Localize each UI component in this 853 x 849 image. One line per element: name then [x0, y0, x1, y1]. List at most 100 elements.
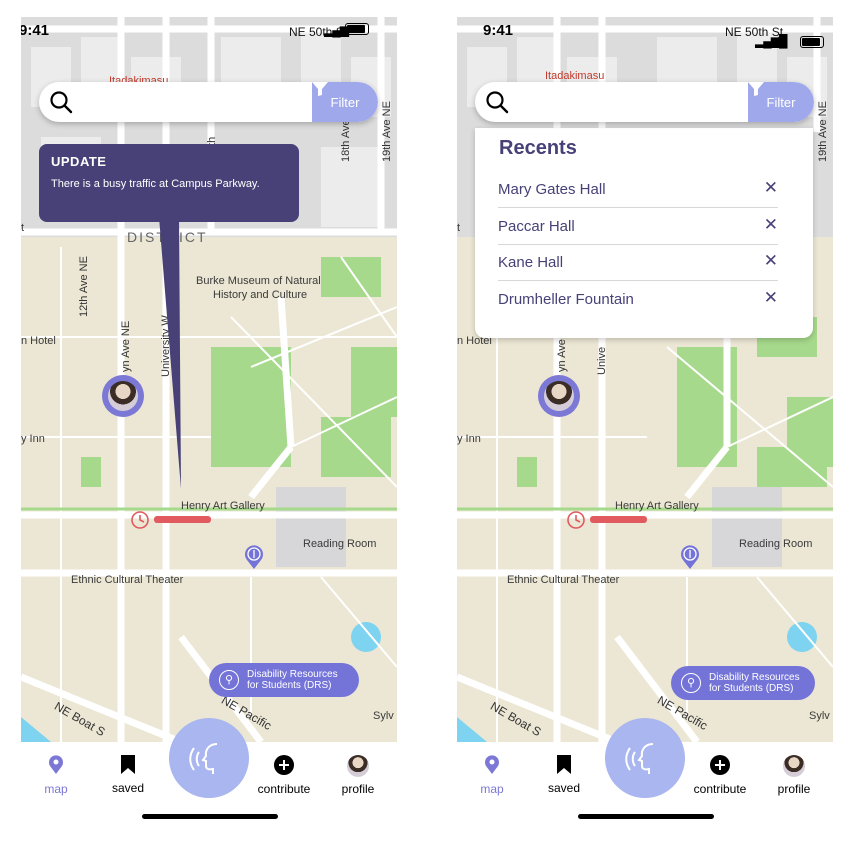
- nav-contribute[interactable]: contribute: [249, 755, 319, 796]
- update-title: UPDATE: [51, 154, 107, 169]
- recent-item[interactable]: Mary Gates Hall ✕: [498, 171, 778, 208]
- traffic-clock-icon[interactable]: [130, 510, 150, 530]
- profile-avatar: [783, 755, 805, 777]
- nav-saved-label: saved: [547, 781, 581, 795]
- nav-saved[interactable]: saved: [93, 755, 163, 795]
- phone-screen-update: Itadakimasu DISTRICT Burke Museum of Nat…: [21, 17, 397, 849]
- update-message: There is a busy traffic at Campus Parkwa…: [51, 178, 260, 190]
- map-label-reading: Reading Room: [739, 538, 813, 550]
- drs-label: Disability Resources for Students (DRS): [709, 672, 800, 694]
- user-photo: [108, 381, 138, 411]
- nav-map[interactable]: map: [457, 755, 527, 796]
- recent-item-label: Paccar Hall: [498, 218, 575, 235]
- close-icon[interactable]: ✕: [764, 215, 778, 235]
- filter-button[interactable]: Filter: [312, 82, 378, 122]
- map-label-19th: 19th Ave NE: [381, 101, 393, 162]
- map-label-brooklyn: yn Ave NE: [120, 320, 132, 372]
- map-pin-icon: [49, 755, 63, 774]
- nav-saved-label: saved: [111, 781, 145, 795]
- drs-label: Disability Resources for Students (DRS): [247, 669, 338, 691]
- profile-avatar: [347, 755, 369, 777]
- recent-item-label: Mary Gates Hall: [498, 181, 606, 198]
- map-label-university: University W: [160, 315, 172, 377]
- nav-contribute-label: contribute: [257, 782, 311, 796]
- nav-saved[interactable]: saved: [529, 755, 599, 795]
- update-callout: UPDATE There is a busy traffic at Campus…: [39, 144, 299, 222]
- map-label-inn: y Inn: [457, 433, 481, 445]
- nav-map-label: map: [480, 782, 504, 796]
- map-label-university: Unive: [596, 346, 608, 375]
- bookmark-icon: [557, 755, 571, 774]
- user-avatar-pin[interactable]: [538, 375, 580, 417]
- nav-contribute-label: contribute: [693, 782, 747, 796]
- accessibility-pin-icon[interactable]: [679, 544, 701, 570]
- status-bar: 9:41 NE 50th St ▂▄▆: [21, 17, 397, 57]
- nav-profile[interactable]: profile: [759, 755, 829, 796]
- bookmark-icon: [121, 755, 135, 774]
- bottom-nav: map saved contribute profile: [457, 718, 833, 849]
- map-label-burke-2: History and Culture: [213, 289, 308, 301]
- campus-map[interactable]: Itadakimasu Henry Art Gallery Reading Ro…: [457, 17, 833, 742]
- search-icon: [50, 91, 73, 114]
- nav-map-label: map: [44, 782, 68, 796]
- search-input[interactable]: [85, 90, 309, 114]
- drs-chip[interactable]: ⚲ Disability Resources for Students (DRS): [209, 663, 359, 697]
- traffic-clock-icon[interactable]: [566, 510, 586, 530]
- home-indicator: [578, 814, 714, 819]
- user-avatar-pin[interactable]: [102, 375, 144, 417]
- traffic-segment[interactable]: [590, 516, 647, 523]
- map-label-ethnic: Ethnic Cultural Theater: [507, 574, 620, 586]
- nav-profile-label: profile: [777, 782, 811, 796]
- filter-label: Filter: [330, 94, 360, 110]
- nav-map[interactable]: map: [21, 755, 91, 796]
- filter-button[interactable]: Filter: [748, 82, 814, 122]
- nav-profile-label: profile: [341, 782, 375, 796]
- map-label-sylv: Sylv: [373, 710, 394, 722]
- nav-contribute[interactable]: contribute: [685, 755, 755, 796]
- status-bar: 9:41 NE 50th St ▂▄▆█ ◠: [457, 17, 833, 57]
- status-time: 9:41: [21, 22, 50, 39]
- recent-item-label: Kane Hall: [498, 254, 564, 271]
- accessibility-icon: ⚲: [681, 673, 701, 693]
- search-bar[interactable]: Filter: [39, 82, 378, 122]
- voice-face-icon: [625, 743, 654, 774]
- home-indicator: [142, 814, 278, 819]
- recent-item[interactable]: Kane Hall ✕: [498, 244, 778, 281]
- search-icon: [486, 91, 509, 114]
- map-label-itadakimasu: Itadakimasu: [545, 70, 605, 82]
- plus-circle-icon: [710, 755, 730, 775]
- map-label-19th: 19th Ave NE: [817, 101, 829, 162]
- filter-label: Filter: [766, 94, 796, 110]
- map-label-district: DISTRICT: [127, 229, 208, 245]
- voice-assistant-button[interactable]: [169, 718, 249, 798]
- plus-circle-icon: [274, 755, 294, 775]
- campus-map[interactable]: Itadakimasu DISTRICT Burke Museum of Nat…: [21, 17, 397, 742]
- funnel-icon: [748, 82, 764, 96]
- voice-face-icon: [189, 743, 218, 774]
- phone-screen-recents: Itadakimasu Henry Art Gallery Reading Ro…: [457, 17, 833, 849]
- close-icon[interactable]: ✕: [764, 178, 778, 198]
- close-icon[interactable]: ✕: [764, 251, 778, 271]
- map-label-t: t: [457, 222, 461, 234]
- map-pin-icon: [485, 755, 499, 774]
- search-bar[interactable]: Filter: [475, 82, 814, 122]
- search-input[interactable]: [521, 90, 745, 114]
- status-time: 9:41: [483, 22, 514, 39]
- recent-item[interactable]: Paccar Hall ✕: [498, 208, 778, 245]
- drs-chip[interactable]: ⚲ Disability Resources for Students (DRS): [671, 666, 815, 700]
- recent-item[interactable]: Drumheller Fountain ✕: [498, 281, 778, 317]
- nav-profile[interactable]: profile: [323, 755, 393, 796]
- map-label-hotel: n Hotel: [21, 335, 56, 347]
- voice-assistant-button[interactable]: [605, 718, 685, 798]
- close-icon[interactable]: ✕: [764, 288, 778, 308]
- funnel-icon: [312, 82, 328, 96]
- traffic-segment[interactable]: [154, 516, 211, 523]
- battery-icon: [800, 36, 824, 48]
- map-label-burke: Burke Museum of Natural: [196, 275, 321, 287]
- battery-icon: [345, 23, 369, 35]
- accessibility-pin-icon[interactable]: [243, 544, 265, 570]
- bottom-nav: map saved contribute profile: [21, 718, 397, 849]
- map-label-reading: Reading Room: [303, 538, 377, 550]
- recents-title: Recents: [499, 137, 577, 159]
- map-label-sylv: Sylv: [809, 710, 830, 722]
